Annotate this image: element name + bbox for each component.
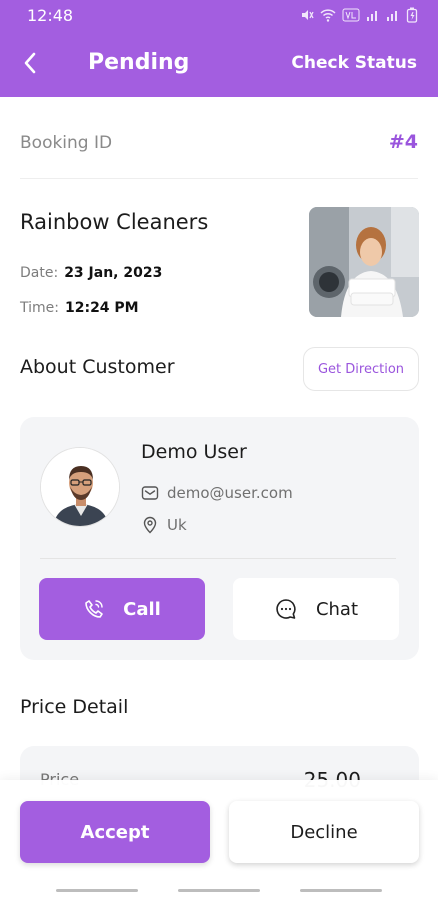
service-name: Rainbow Cleaners	[20, 210, 209, 234]
time-row: Time: 12:24 PM	[20, 300, 139, 316]
customer-location-row: Uk	[141, 516, 187, 534]
nav-handle	[178, 889, 260, 892]
wifi-icon	[320, 9, 336, 22]
chat-label: Chat	[315, 598, 359, 620]
signal-icon	[367, 11, 377, 21]
page-title: Pending	[88, 50, 190, 75]
nav-handle	[56, 889, 138, 892]
call-label: Call	[123, 598, 161, 620]
divider	[40, 558, 396, 559]
booking-id-label: Booking ID	[20, 133, 113, 153]
chevron-left-icon	[24, 52, 36, 74]
customer-email: demo@user.com	[167, 484, 293, 502]
chat-bubble-icon	[276, 599, 296, 619]
status-time: 12:48	[27, 6, 74, 25]
time-value: 12:24 PM	[64, 300, 139, 316]
call-button[interactable]: Call	[39, 578, 205, 640]
app-header: 12:48 Pending Check Status	[0, 0, 438, 97]
avatar	[40, 447, 120, 527]
service-image	[309, 207, 419, 317]
back-button[interactable]	[16, 48, 44, 78]
phone-icon	[85, 600, 103, 618]
date-value: 23 Jan, 2023	[64, 265, 163, 281]
customer-email-row: demo@user.com	[141, 484, 293, 502]
booking-id-row: Booking ID #4	[20, 125, 418, 165]
date-row: Date: 23 Jan, 2023	[20, 265, 162, 281]
status-bar: 12:48	[0, 0, 438, 32]
customer-name: Demo User	[141, 441, 247, 463]
check-status-button[interactable]: Check Status	[291, 53, 417, 73]
customer-location: Uk	[167, 516, 187, 534]
location-pin-icon	[143, 516, 157, 534]
price-detail-title: Price Detail	[20, 696, 129, 718]
customer-card: Demo User demo@user.com Uk Call Chat	[20, 417, 419, 660]
accept-button[interactable]: Accept	[20, 801, 210, 863]
status-icons	[300, 7, 418, 23]
decline-button[interactable]: Decline	[229, 801, 419, 863]
signal-icon	[387, 11, 397, 21]
battery-icon	[406, 7, 418, 23]
booking-id-value: #4	[388, 131, 418, 153]
bottom-action-bar: Accept Decline	[0, 780, 438, 900]
mute-icon	[302, 10, 314, 20]
get-direction-button[interactable]: Get Direction	[303, 347, 419, 391]
about-customer-title: About Customer	[20, 356, 175, 378]
chat-button[interactable]: Chat	[233, 578, 399, 640]
volte-icon	[342, 8, 360, 22]
divider	[20, 178, 418, 179]
nav-handle	[300, 889, 382, 892]
time-label: Time:	[20, 300, 59, 316]
date-label: Date:	[20, 265, 59, 281]
app-bar: Pending Check Status	[0, 40, 438, 90]
mail-icon	[141, 486, 159, 500]
